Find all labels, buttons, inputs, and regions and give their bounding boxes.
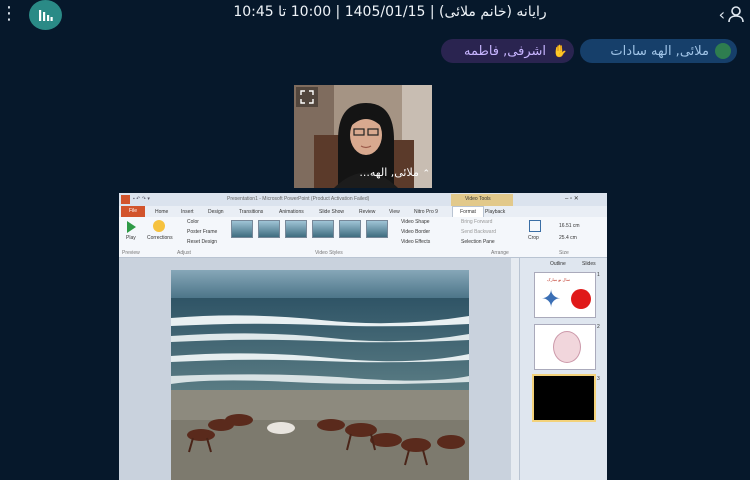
style-thumb[interactable] [258, 220, 280, 238]
slide-thumbnail-2[interactable] [534, 324, 596, 370]
group-adjust-label: Adjust [177, 250, 191, 256]
play-button-label[interactable]: Play [126, 235, 136, 241]
style-thumb[interactable] [366, 220, 388, 238]
width-field[interactable]: 25.4 cm [559, 235, 577, 241]
participant-chip[interactable]: ✋ اشرفی, فاطمه [441, 39, 574, 63]
slide-thumbnail-3-selected[interactable] [532, 374, 596, 422]
panel-tab-outline[interactable]: Outline [550, 261, 566, 267]
stats-button[interactable] [29, 0, 62, 30]
height-field[interactable]: 16.51 cm [559, 223, 580, 229]
bring-forward-button[interactable]: Bring Forward [461, 219, 492, 225]
group-video-styles-label: Video Styles [315, 250, 343, 256]
send-backward-button[interactable]: Send Backward [461, 229, 496, 235]
chevron-left-icon: ‹ [718, 4, 725, 24]
tab-file[interactable]: File [121, 206, 145, 217]
panel-tab-slides[interactable]: Slides [582, 261, 596, 267]
tab-nitro[interactable]: Nitro Pro 9 [414, 209, 438, 215]
group-preview-label: Preview [122, 250, 140, 256]
play-icon[interactable] [127, 221, 136, 233]
ppt-logo-icon [121, 195, 130, 204]
tab-review[interactable]: Review [359, 209, 375, 215]
color-button[interactable]: Color [187, 219, 199, 225]
raised-hand-icon: ✋ [552, 44, 568, 58]
video-shape-button[interactable]: Video Shape [401, 219, 430, 225]
tab-insert[interactable]: Insert [181, 209, 194, 215]
corrections-sun-icon[interactable] [153, 220, 165, 232]
more-options-icon[interactable]: ⋮ [0, 4, 18, 26]
slide-number: 3 [597, 376, 600, 382]
video-styles-gallery[interactable] [231, 220, 391, 242]
poster-frame-button[interactable]: Poster Frame [187, 229, 217, 235]
ppt-title-bar: ▪ ↶ ↷ ▾ Presentation1 - Microsoft PowerP… [119, 193, 607, 206]
slides-panel: Outline Slides 1 سال نو مبارک ✦ 2 3 [519, 258, 607, 480]
avatar [715, 43, 731, 59]
participants-toggle[interactable]: ‹ [705, 2, 745, 26]
style-thumb[interactable] [285, 220, 307, 238]
participant-name: اشرفی, فاطمه [464, 43, 546, 59]
tab-home[interactable]: Home [155, 209, 168, 215]
crop-button[interactable]: Crop [528, 235, 539, 241]
group-size-label: Size [559, 250, 569, 256]
tab-transitions[interactable]: Transitions [239, 209, 263, 215]
flower-image [553, 331, 581, 363]
crop-icon[interactable] [529, 220, 541, 232]
chevron-up-icon: ⌃ [422, 169, 430, 179]
style-thumb[interactable] [339, 220, 361, 238]
slide-editor[interactable] [119, 258, 519, 480]
webcam-label: ⌃ ملائی, الهه... [340, 166, 430, 182]
context-tab-label: Video Tools [465, 196, 491, 202]
style-thumb[interactable] [231, 220, 253, 238]
tab-animations[interactable]: Animations [279, 209, 304, 215]
red-circle-shape [571, 289, 591, 309]
tab-view[interactable]: View [389, 209, 400, 215]
participant-chip[interactable]: ملائی, الهه سادات [580, 39, 737, 63]
tab-playback[interactable]: Playback [485, 209, 505, 215]
slide-canvas[interactable] [171, 270, 469, 480]
style-thumb[interactable] [312, 220, 334, 238]
slide-thumbnail-1[interactable]: سال نو مبارک ✦ [534, 272, 596, 318]
ribbon: Play Preview Corrections Color Poster Fr… [119, 217, 607, 258]
corrections-button[interactable]: Corrections [147, 235, 173, 241]
reset-design-button[interactable]: Reset Design [187, 239, 217, 245]
meeting-title: رایانه (خانم ملائی) | 1405/01/15 | 10:00… [233, 4, 547, 20]
video-thumbnail [534, 376, 594, 420]
window-title: Presentation1 - Microsoft PowerPoint (Pr… [227, 196, 370, 202]
video-frame-image[interactable] [171, 270, 469, 480]
window-controls[interactable]: – ▫ ✕ [565, 195, 579, 202]
star-shape: ✦ [541, 285, 562, 313]
expand-video-button[interactable] [296, 87, 318, 107]
selection-pane-button[interactable]: Selection Pane [461, 239, 495, 245]
bar-chart-icon [38, 10, 53, 21]
thumb1-title: سال نو مبارک [547, 277, 570, 282]
slide-number: 1 [597, 272, 600, 278]
tab-design[interactable]: Design [208, 209, 224, 215]
slide-number: 2 [597, 324, 600, 330]
video-border-button[interactable]: Video Border [401, 229, 430, 235]
webcam-name: ملائی, الهه... [359, 166, 419, 179]
participant-name: ملائی, الهه سادات [610, 43, 709, 59]
group-arrange-label: Arrange [491, 250, 509, 256]
user-icon [728, 6, 744, 23]
expand-icon [300, 90, 314, 104]
shared-screen[interactable]: ▪ ↶ ↷ ▾ Presentation1 - Microsoft PowerP… [119, 193, 607, 480]
tab-slide-show[interactable]: Slide Show [319, 209, 344, 215]
vertical-scrollbar[interactable] [511, 258, 519, 480]
video-effects-button[interactable]: Video Effects [401, 239, 430, 245]
quick-access-icons[interactable]: ▪ ↶ ↷ ▾ [133, 196, 150, 202]
